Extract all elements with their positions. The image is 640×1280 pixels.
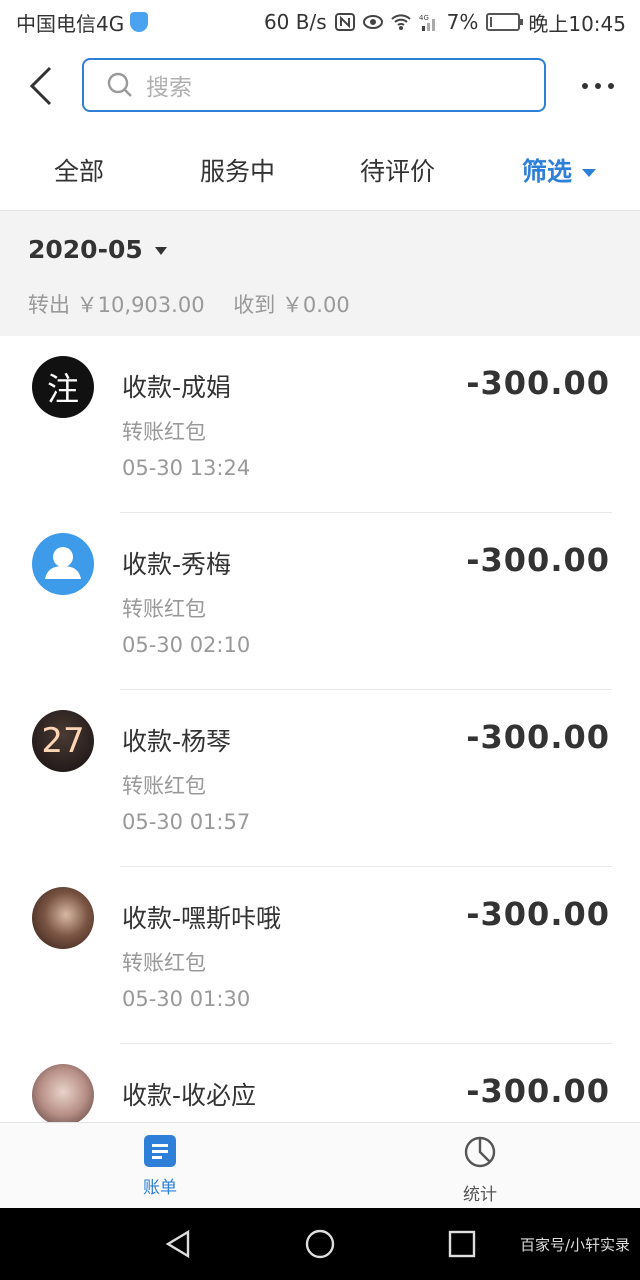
avatar: 27: [32, 710, 94, 772]
transaction-amount: -300.00: [466, 1072, 610, 1110]
nfc-icon: [334, 13, 355, 31]
system-nav-bar: 百家号/小轩实录: [0, 1208, 640, 1280]
nav-stats-label: 统计: [463, 1185, 497, 1205]
home-circle-icon[interactable]: [304, 1228, 336, 1260]
transaction-time: 05-30 01:30: [122, 987, 251, 1011]
month-label: 2020-05: [28, 235, 143, 264]
nav-bill-tab[interactable]: 账单: [120, 1135, 200, 1198]
transaction-amount: -300.00: [466, 541, 610, 579]
transaction-title: 收款-秀梅: [122, 550, 232, 579]
transaction-time: 05-30 13:24: [122, 456, 251, 480]
avatar: [32, 533, 94, 595]
search-input[interactable]: 搜索: [82, 58, 546, 112]
pie-chart-icon: [464, 1136, 496, 1168]
transaction-type: 转账红包: [122, 951, 206, 975]
carrier-label: 中国电信4G: [16, 11, 125, 36]
filter-label: 筛选: [522, 157, 573, 186]
total-out: 转出 ￥10,903.00: [28, 293, 205, 317]
transaction-row[interactable]: 收款-收必应 -300.00: [0, 1044, 640, 1122]
battery-percent: 7%: [446, 10, 479, 34]
transaction-row[interactable]: 收款-秀梅 转账红包 05-30 02:10 -300.00: [0, 513, 640, 690]
status-bar: 中国电信4G 60 B/s 4G 7% 晚上10:45: [0, 0, 640, 44]
tab-all[interactable]: 全部: [54, 152, 104, 188]
transaction-row[interactable]: 注 收款-成娟 转账红包 05-30 13:24 -300.00: [0, 336, 640, 513]
transaction-amount: -300.00: [466, 895, 610, 933]
transaction-title: 收款-嘿斯咔哦: [122, 904, 282, 933]
wifi-icon: [390, 14, 411, 30]
more-options-icon[interactable]: [582, 72, 614, 100]
transaction-amount: -300.00: [466, 718, 610, 756]
transaction-type: 转账红包: [122, 597, 206, 621]
nav-stats-tab[interactable]: 统计: [440, 1135, 520, 1205]
total-in: 收到 ￥0.00: [233, 293, 350, 317]
network-speed: 60 B/s: [263, 10, 327, 34]
default-user-icon: [45, 547, 81, 579]
bottom-nav: 账单 统计: [0, 1122, 640, 1208]
avatar: 注: [32, 356, 94, 418]
tab-in-service[interactable]: 服务中: [200, 152, 275, 188]
watermark: 百家号/小轩实录: [519, 1236, 630, 1254]
security-shield-icon: [130, 12, 149, 32]
transaction-title: 收款-成娟: [122, 373, 232, 402]
month-selector[interactable]: 2020-05: [28, 235, 167, 264]
month-summary: 2020-05 转出 ￥10,903.00 收到 ￥0.00: [0, 210, 640, 336]
transaction-time: 05-30 01:57: [122, 810, 251, 834]
transaction-type: 转账红包: [122, 774, 206, 798]
clock: 晚上10:45: [528, 11, 626, 36]
nav-bill-label: 账单: [143, 1178, 177, 1198]
filter-tabs: 全部 服务中 待评价 筛选: [0, 130, 640, 210]
tab-pending-review[interactable]: 待评价: [360, 152, 435, 188]
bill-icon: [144, 1135, 176, 1167]
transaction-type: 转账红包: [122, 420, 206, 444]
back-arrow-icon[interactable]: [22, 64, 62, 108]
svg-text:4G: 4G: [419, 14, 429, 22]
transaction-row[interactable]: 收款-嘿斯咔哦 转账红包 05-30 01:30 -300.00: [0, 867, 640, 1044]
transaction-amount: -300.00: [466, 364, 610, 402]
transaction-title: 收款-杨琴: [122, 727, 232, 756]
transaction-time: 05-30 02:10: [122, 633, 251, 657]
avatar: [32, 1064, 94, 1122]
filter-caret-icon: [582, 169, 597, 177]
tab-filter[interactable]: 筛选: [522, 152, 597, 188]
battery-icon: [486, 13, 524, 31]
month-totals: 转出 ￥10,903.00 收到 ￥0.00: [28, 289, 372, 319]
top-bar: 搜索: [0, 44, 640, 130]
transaction-row[interactable]: 27 收款-杨琴 转账红包 05-30 01:57 -300.00: [0, 690, 640, 867]
transaction-title: 收款-收必应: [122, 1081, 257, 1110]
cell-signal-icon: 4G: [419, 14, 435, 31]
month-caret-icon: [154, 247, 167, 255]
eye-icon: [362, 15, 383, 29]
back-triangle-icon[interactable]: [162, 1228, 194, 1260]
search-placeholder: 搜索: [146, 75, 192, 101]
avatar: [32, 887, 94, 949]
recents-square-icon[interactable]: [446, 1228, 478, 1260]
transaction-list: 注 收款-成娟 转账红包 05-30 13:24 -300.00 收款-秀梅 转…: [0, 336, 640, 1122]
search-icon: [107, 72, 132, 97]
